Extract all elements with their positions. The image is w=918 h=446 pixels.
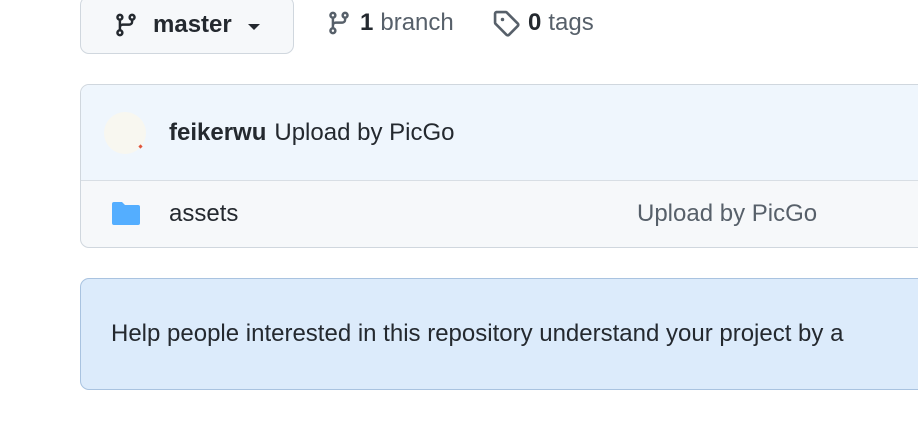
readme-prompt-text: Help people interested in this repositor… bbox=[111, 320, 844, 347]
tag-count: 0 bbox=[528, 9, 542, 36]
tag-count-label: tags bbox=[548, 9, 594, 36]
branch-count-label: branch bbox=[380, 9, 454, 36]
branch-count: 1 bbox=[360, 9, 374, 36]
file-name-link[interactable]: assets bbox=[169, 200, 238, 228]
git-branch-icon bbox=[326, 10, 352, 36]
file-row[interactable]: assets Upload by PicGo bbox=[81, 181, 918, 247]
branch-selector-button[interactable]: master bbox=[80, 0, 294, 54]
file-last-commit-link[interactable]: Upload by PicGo bbox=[637, 200, 817, 228]
repository-page: master 1 branch 0 tags feikerwu Upload b… bbox=[0, 0, 918, 446]
file-listing: feikerwu Upload by PicGo assets Upload b… bbox=[80, 84, 918, 248]
latest-commit-row: feikerwu Upload by PicGo bbox=[81, 85, 918, 181]
readme-prompt-banner: Help people interested in this repositor… bbox=[80, 278, 918, 390]
tags-link[interactable]: 0 tags bbox=[492, 9, 594, 37]
branches-link[interactable]: 1 branch bbox=[326, 9, 454, 37]
tag-icon bbox=[492, 9, 520, 37]
avatar[interactable] bbox=[104, 111, 146, 154]
commit-author-link[interactable]: feikerwu bbox=[169, 119, 266, 147]
branch-name: master bbox=[153, 11, 232, 38]
chevron-down-icon bbox=[247, 23, 260, 30]
commit-message-link[interactable]: Upload by PicGo bbox=[274, 119, 454, 147]
folder-icon bbox=[110, 201, 142, 227]
git-branch-icon bbox=[113, 12, 139, 38]
